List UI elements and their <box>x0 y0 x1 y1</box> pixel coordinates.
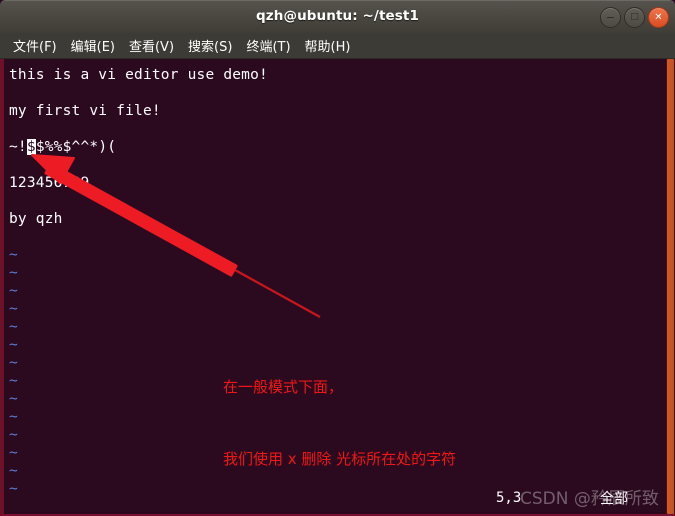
cursor-position-indicator: 5,3 <box>496 490 522 506</box>
tilde-marker: ~ <box>9 427 18 443</box>
editor-line-1: this is a vi editor use demo! <box>9 67 268 83</box>
menu-item-view[interactable]: 查看(V) <box>122 34 181 57</box>
terminal-scrollbar[interactable] <box>666 59 675 514</box>
tilde-marker: ~ <box>9 373 18 389</box>
tilde-marker: ~ <box>9 391 18 407</box>
annotation-line-1: 在一般模式下面， <box>223 378 344 396</box>
terminal-area[interactable]: this is a vi editor use demo! my first v… <box>0 59 675 516</box>
editor-line-9: by qzh <box>9 211 63 227</box>
menu-item-search[interactable]: 搜索(S) <box>181 34 239 57</box>
tilde-marker: ~ <box>9 319 18 335</box>
screenshot-root: qzh@ubuntu: ~/test1 − □ ✕ 文件(F) 编辑(E) 查看… <box>0 0 675 516</box>
scroll-position-indicator: 全部 <box>600 491 628 507</box>
minimize-button[interactable]: − <box>600 7 621 28</box>
text-cursor: $ <box>26 139 36 155</box>
menu-item-help[interactable]: 帮助(H) <box>298 34 358 57</box>
window-controls: − □ ✕ <box>600 7 669 28</box>
cursor-line-after: $%%$^^*)( <box>35 139 117 155</box>
annotation-line-2: 我们使用 x 删除 光标所在处的字符 <box>223 450 457 468</box>
scrollbar-thumb[interactable] <box>667 59 674 514</box>
editor-line-7: 123456789 <box>9 175 90 191</box>
tilde-marker: ~ <box>9 247 18 263</box>
close-icon: ✕ <box>654 11 663 23</box>
tilde-marker: ~ <box>9 355 18 371</box>
menu-item-file[interactable]: 文件(F) <box>6 34 64 57</box>
tilde-marker: ~ <box>9 445 18 461</box>
vi-editor-buffer[interactable]: this is a vi editor use demo! my first v… <box>4 59 675 514</box>
window-titlebar[interactable]: qzh@ubuntu: ~/test1 − □ ✕ <box>0 0 675 33</box>
vi-status-line: 5,3 全部 <box>4 490 675 508</box>
tilde-marker: ~ <box>9 283 18 299</box>
close-button[interactable]: ✕ <box>648 7 669 28</box>
tilde-marker: ~ <box>9 337 18 353</box>
tilde-marker: ~ <box>9 301 18 317</box>
menu-bar: 文件(F) 编辑(E) 查看(V) 搜索(S) 终端(T) 帮助(H) <box>0 33 675 59</box>
menu-item-terminal[interactable]: 终端(T) <box>239 34 297 57</box>
window-title: qzh@ubuntu: ~/test1 <box>256 8 419 24</box>
maximize-icon: □ <box>630 12 639 22</box>
editor-line-3: my first vi file! <box>9 103 161 119</box>
minimize-icon: − <box>605 11 616 24</box>
tilde-marker: ~ <box>9 409 18 425</box>
menu-item-edit[interactable]: 编辑(E) <box>64 34 122 57</box>
cursor-line-before: ~! <box>9 139 27 155</box>
maximize-button[interactable]: □ <box>624 7 645 28</box>
annotation-text: 在一般模式下面， 我们使用 x 删除 光标所在处的字符 <box>223 327 457 514</box>
tilde-marker: ~ <box>9 265 18 281</box>
tilde-marker: ~ <box>9 463 18 479</box>
editor-line-5-cursor: ~!$$%%$^^*)( <box>9 138 116 156</box>
terminal-window: qzh@ubuntu: ~/test1 − □ ✕ 文件(F) 编辑(E) 查看… <box>0 0 675 516</box>
